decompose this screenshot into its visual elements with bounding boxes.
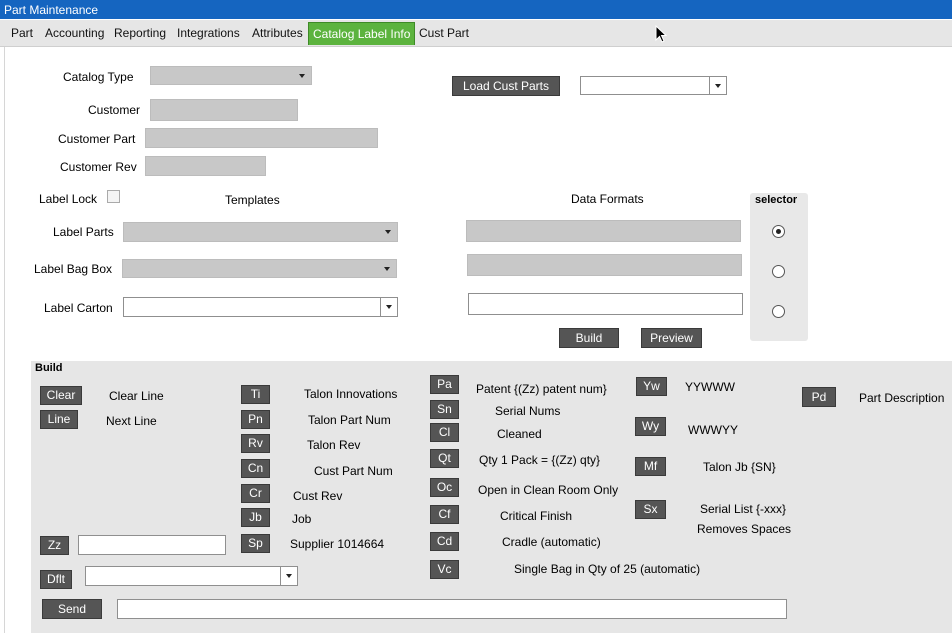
- label-carton-format-field[interactable]: [468, 293, 743, 315]
- label-parts-label: Label Parts: [53, 225, 114, 239]
- pa-desc: Patent {(Zz) patent num}: [476, 382, 607, 396]
- cd-desc: Cradle (automatic): [502, 535, 601, 549]
- customer-part-field[interactable]: [145, 128, 378, 148]
- chevron-down-icon: [384, 266, 390, 271]
- chevron-down-icon: [299, 73, 305, 78]
- sx-desc-2: Removes Spaces: [697, 522, 792, 536]
- line-button[interactable]: Line: [40, 410, 78, 429]
- sn-desc: Serial Nums: [495, 404, 561, 418]
- customer-label: Customer: [88, 103, 141, 117]
- selector-radio-parts[interactable]: [772, 225, 785, 238]
- load-cust-parts-button[interactable]: Load Cust Parts: [452, 76, 560, 96]
- sx-desc: Serial List {-xxx}: [700, 502, 787, 516]
- selector-radio-carton[interactable]: [772, 305, 785, 318]
- chevron-down-icon: [385, 230, 391, 234]
- clear-desc: Clear Line: [109, 389, 164, 403]
- pa-button[interactable]: Pa: [430, 375, 459, 394]
- title-bar: Part Maintenance: [0, 0, 952, 19]
- label-bag-box-template-dropdown[interactable]: [122, 259, 397, 278]
- jb-desc: Job: [292, 512, 312, 526]
- tab-catalog-label-info[interactable]: Catalog Label Info: [308, 22, 416, 45]
- customer-rev-label: Customer Rev: [60, 160, 137, 174]
- tab-accounting[interactable]: Accounting: [45, 25, 104, 42]
- selector-radio-bag-box[interactable]: [772, 265, 785, 278]
- ti-button[interactable]: Ti: [241, 385, 270, 404]
- rv-desc: Talon Rev: [307, 438, 361, 452]
- vc-desc: Single Bag in Qty of 25 (automatic): [514, 562, 701, 576]
- sp-button[interactable]: Sp: [241, 534, 270, 553]
- cr-button[interactable]: Cr: [241, 484, 270, 503]
- window-title: Part Maintenance: [4, 3, 99, 17]
- tab-attributes[interactable]: Attributes: [252, 25, 303, 42]
- zz-input[interactable]: [78, 535, 226, 555]
- line-desc: Next Line: [106, 414, 157, 428]
- sp-desc: Supplier 1014664: [290, 537, 385, 551]
- wy-desc: WWWYY: [688, 423, 738, 437]
- send-button[interactable]: Send: [42, 599, 102, 619]
- chevron-down-icon: [286, 574, 292, 578]
- cl-button[interactable]: Cl: [430, 423, 459, 442]
- build-button[interactable]: Build: [559, 328, 619, 348]
- tab-cust-part[interactable]: Cust Part: [419, 25, 469, 42]
- tab-bar: Part Accounting Reporting Integrations A…: [0, 20, 952, 47]
- label-parts-template-dropdown[interactable]: [123, 222, 398, 242]
- customer-rev-field[interactable]: [145, 156, 266, 176]
- clear-button[interactable]: Clear: [40, 386, 82, 405]
- cl-desc: Cleaned: [497, 427, 542, 441]
- chevron-down-icon: [715, 83, 721, 88]
- ti-desc: Talon Innovations: [304, 387, 398, 401]
- preview-button[interactable]: Preview: [641, 328, 702, 348]
- mf-desc: Talon Jb {SN}: [703, 460, 776, 474]
- label-parts-format-field[interactable]: [466, 220, 741, 242]
- pn-button[interactable]: Pn: [241, 410, 270, 429]
- wy-button[interactable]: Wy: [635, 417, 666, 436]
- vc-button[interactable]: Vc: [430, 560, 459, 579]
- selector-group: selector: [750, 193, 808, 341]
- pd-desc: Part Description: [859, 391, 945, 405]
- chevron-down-icon: [386, 305, 392, 309]
- tab-reporting[interactable]: Reporting: [114, 25, 166, 42]
- oc-desc: Open in Clean Room Only: [478, 483, 619, 497]
- templates-header: Templates: [225, 193, 280, 207]
- qt-button[interactable]: Qt: [430, 449, 459, 468]
- customer-field[interactable]: [150, 99, 298, 121]
- customer-part-label: Customer Part: [58, 132, 136, 146]
- cf-desc: Critical Finish: [500, 509, 573, 523]
- label-lock-checkbox[interactable]: [107, 190, 120, 203]
- selector-header: selector: [755, 194, 798, 206]
- label-lock-label: Label Lock: [39, 192, 98, 206]
- cr-desc: Cust Rev: [293, 489, 343, 503]
- cn-desc: Cust Part Num: [314, 464, 393, 478]
- label-carton-template-dropdown[interactable]: [123, 297, 398, 317]
- oc-button[interactable]: Oc: [430, 478, 459, 497]
- cd-button[interactable]: Cd: [430, 532, 459, 551]
- yw-desc: YYWWW: [685, 380, 735, 394]
- catalog-type-label: Catalog Type: [63, 70, 134, 84]
- tab-part[interactable]: Part: [11, 25, 33, 42]
- cf-button[interactable]: Cf: [430, 505, 459, 524]
- cn-button[interactable]: Cn: [241, 459, 270, 478]
- label-bag-box-format-field[interactable]: [467, 254, 742, 276]
- pd-button[interactable]: Pd: [802, 387, 836, 407]
- catalog-type-dropdown[interactable]: [150, 66, 312, 85]
- sx-button[interactable]: Sx: [635, 500, 666, 519]
- label-bag-box-label: Label Bag Box: [34, 262, 113, 276]
- tab-integrations[interactable]: Integrations: [177, 25, 240, 42]
- qt-desc: Qty 1 Pack = {(Zz) qty}: [479, 453, 601, 467]
- cust-parts-dropdown[interactable]: [580, 76, 727, 95]
- rv-button[interactable]: Rv: [241, 434, 270, 453]
- yw-button[interactable]: Yw: [636, 377, 667, 396]
- data-formats-header: Data Formats: [571, 192, 644, 206]
- zz-button[interactable]: Zz: [40, 536, 69, 555]
- mf-button[interactable]: Mf: [635, 457, 666, 476]
- dflt-button[interactable]: Dflt: [40, 570, 72, 589]
- pn-desc: Talon Part Num: [308, 413, 391, 427]
- sn-button[interactable]: Sn: [430, 400, 459, 419]
- dflt-dropdown[interactable]: [85, 566, 298, 586]
- label-carton-label: Label Carton: [44, 301, 113, 315]
- send-input[interactable]: [117, 599, 787, 619]
- build-header: Build: [35, 362, 63, 374]
- jb-button[interactable]: Jb: [241, 508, 270, 527]
